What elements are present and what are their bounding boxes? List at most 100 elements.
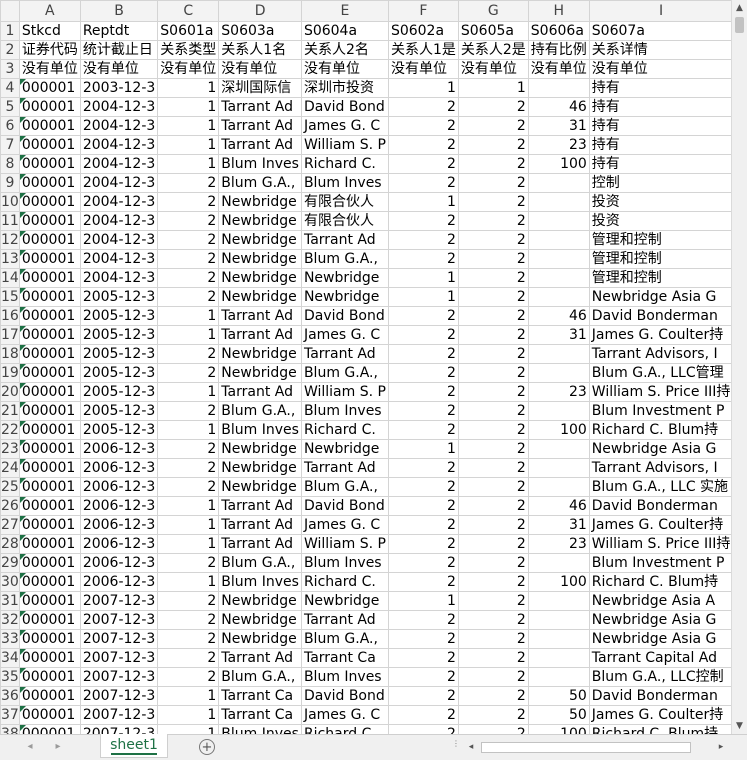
cell-f27[interactable]: 2 — [387, 515, 459, 535]
cell-f37[interactable]: 2 — [387, 705, 459, 725]
cell-a27[interactable]: 000001 — [18, 515, 81, 535]
cell-c9[interactable]: 2 — [157, 173, 220, 193]
cell-h17[interactable]: 31 — [527, 325, 590, 345]
cell-d20[interactable]: Tarrant Ad — [218, 382, 302, 402]
cell-d30[interactable]: Blum Inves — [218, 572, 302, 592]
cell-g28[interactable]: 2 — [457, 534, 529, 554]
cell-f7[interactable]: 2 — [387, 135, 459, 155]
horizontal-scrollbar[interactable]: ◂ ▸ — [464, 739, 728, 756]
cell-a24[interactable]: 000001 — [18, 458, 81, 478]
cell-d11[interactable]: Newbridge — [218, 211, 302, 231]
cell-d6[interactable]: Tarrant Ad — [218, 116, 302, 136]
row-header[interactable]: 21 — [0, 401, 20, 421]
cell-i15[interactable]: Newbridge Asia G — [588, 287, 731, 307]
cell-i2[interactable]: 关系详情 — [588, 40, 731, 60]
cell-d9[interactable]: Blum G.A., — [218, 173, 302, 193]
cell-a25[interactable]: 000001 — [18, 477, 81, 497]
cell-c16[interactable]: 1 — [157, 306, 220, 326]
cell-d21[interactable]: Blum G.A., — [218, 401, 302, 421]
cell-c12[interactable]: 2 — [157, 230, 220, 250]
cell-h4[interactable] — [527, 78, 590, 98]
cell-d13[interactable]: Newbridge — [218, 249, 302, 269]
cell-f36[interactable]: 2 — [387, 686, 459, 706]
cell-b23[interactable]: 2006-12-3 — [79, 439, 159, 459]
cell-b32[interactable]: 2007-12-3 — [79, 610, 159, 630]
cell-c3[interactable]: 没有单位 — [157, 59, 220, 79]
cell-f9[interactable]: 2 — [387, 173, 459, 193]
cell-g37[interactable]: 2 — [457, 705, 529, 725]
cell-i16[interactable]: David Bonderman — [588, 306, 731, 326]
cell-b37[interactable]: 2007-12-3 — [79, 705, 159, 725]
cell-i3[interactable]: 没有单位 — [588, 59, 731, 79]
cell-f25[interactable]: 2 — [387, 477, 459, 497]
cell-a22[interactable]: 000001 — [18, 420, 81, 440]
cell-d16[interactable]: Tarrant Ad — [218, 306, 302, 326]
cell-g36[interactable]: 2 — [457, 686, 529, 706]
cell-h32[interactable] — [527, 610, 590, 630]
cell-i21[interactable]: Blum Investment P — [588, 401, 731, 421]
row-header[interactable]: 6 — [0, 116, 20, 136]
cell-d17[interactable]: Tarrant Ad — [218, 325, 302, 345]
cell-h31[interactable] — [527, 591, 590, 611]
cell-i37[interactable]: James G. Coulter持 — [588, 705, 731, 725]
row-header[interactable]: 13 — [0, 249, 20, 269]
cell-f24[interactable]: 2 — [387, 458, 459, 478]
cell-h12[interactable] — [527, 230, 590, 250]
cell-g4[interactable]: 1 — [457, 78, 529, 98]
spreadsheet-grid[interactable]: ABCDEFGHIJ 1StkcdReptdtS0601aS0603aS0604… — [0, 0, 731, 734]
row-header[interactable]: 4 — [0, 78, 20, 98]
cell-g21[interactable]: 2 — [457, 401, 529, 421]
column-header-i[interactable]: I — [588, 0, 731, 22]
scroll-left-icon[interactable]: ◂ — [464, 739, 478, 756]
cell-a37[interactable]: 000001 — [18, 705, 81, 725]
row-header[interactable]: 25 — [0, 477, 20, 497]
cell-e3[interactable]: 没有单位 — [300, 59, 389, 79]
cell-c10[interactable]: 2 — [157, 192, 220, 212]
cell-h15[interactable] — [527, 287, 590, 307]
row-header[interactable]: 31 — [0, 591, 20, 611]
cell-g10[interactable]: 2 — [457, 192, 529, 212]
cell-b21[interactable]: 2005-12-3 — [79, 401, 159, 421]
cell-c13[interactable]: 2 — [157, 249, 220, 269]
cell-e31[interactable]: Newbridge — [300, 591, 389, 611]
row-header[interactable]: 38 — [0, 724, 20, 734]
cell-i13[interactable]: 管理和控制 — [588, 249, 731, 269]
cell-g25[interactable]: 2 — [457, 477, 529, 497]
cell-c25[interactable]: 2 — [157, 477, 220, 497]
cell-g29[interactable]: 2 — [457, 553, 529, 573]
row-header[interactable]: 34 — [0, 648, 20, 668]
cell-g27[interactable]: 2 — [457, 515, 529, 535]
cell-b17[interactable]: 2005-12-3 — [79, 325, 159, 345]
cell-c36[interactable]: 1 — [157, 686, 220, 706]
cell-c11[interactable]: 2 — [157, 211, 220, 231]
cell-d37[interactable]: Tarrant Ca — [218, 705, 302, 725]
cell-g23[interactable]: 2 — [457, 439, 529, 459]
cell-a4[interactable]: 000001 — [18, 78, 81, 98]
cell-c6[interactable]: 1 — [157, 116, 220, 136]
cell-a17[interactable]: 000001 — [18, 325, 81, 345]
cell-a2[interactable]: 证券代码 — [18, 40, 81, 60]
cell-c7[interactable]: 1 — [157, 135, 220, 155]
cell-h3[interactable]: 没有单位 — [527, 59, 590, 79]
cell-g17[interactable]: 2 — [457, 325, 529, 345]
cell-f10[interactable]: 1 — [387, 192, 459, 212]
cell-f32[interactable]: 2 — [387, 610, 459, 630]
cell-h9[interactable] — [527, 173, 590, 193]
cell-d14[interactable]: Newbridge — [218, 268, 302, 288]
cell-i12[interactable]: 管理和控制 — [588, 230, 731, 250]
cell-c21[interactable]: 2 — [157, 401, 220, 421]
cell-i33[interactable]: Newbridge Asia G — [588, 629, 731, 649]
cell-c26[interactable]: 1 — [157, 496, 220, 516]
column-header-g[interactable]: G — [457, 0, 529, 22]
cell-f33[interactable]: 2 — [387, 629, 459, 649]
column-header-e[interactable]: E — [300, 0, 389, 22]
cell-i34[interactable]: Tarrant Capital Ad — [588, 648, 731, 668]
cell-b1[interactable]: Reptdt — [79, 21, 159, 41]
row-header[interactable]: 23 — [0, 439, 20, 459]
cell-d38[interactable]: Blum Inves — [218, 724, 302, 734]
row-header[interactable]: 15 — [0, 287, 20, 307]
row-header[interactable]: 11 — [0, 211, 20, 231]
cell-h16[interactable]: 46 — [527, 306, 590, 326]
cell-h38[interactable]: 100 — [527, 724, 590, 734]
cell-i20[interactable]: William S. Price III持 — [588, 382, 731, 402]
